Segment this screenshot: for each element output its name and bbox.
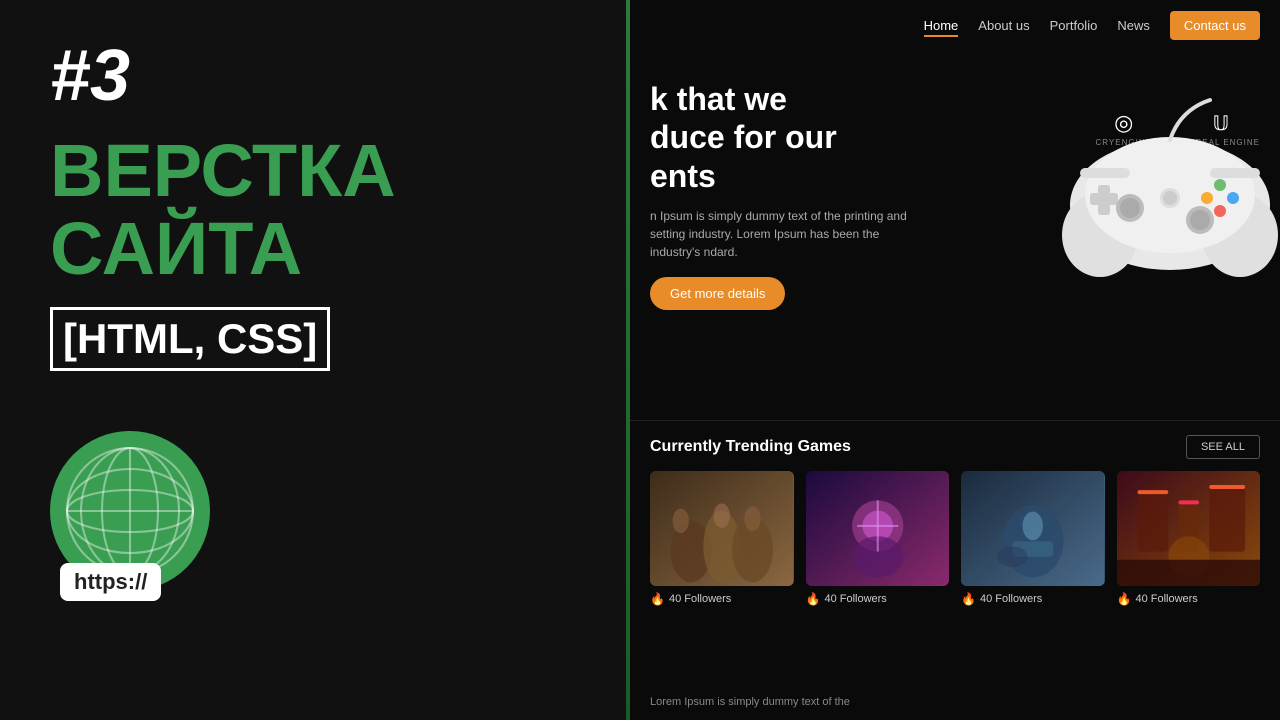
game-cards: 🔥 40 Followers — [650, 471, 1260, 606]
game-image-1 — [650, 471, 794, 586]
subtitle: [HTML, CSS] — [50, 307, 330, 371]
game-card-3: 🔥 40 Followers — [961, 471, 1105, 606]
nav-portfolio[interactable]: Portfolio — [1050, 18, 1098, 33]
title-line2: САЙТА — [50, 207, 302, 290]
game-followers-2: 🔥 40 Followers — [806, 592, 950, 606]
hero-section: k that we duce for our ents n Ipsum is s… — [630, 50, 1280, 420]
game-card-4: 🔥 40 Followers — [1117, 471, 1261, 606]
game-followers-3: 🔥 40 Followers — [961, 592, 1105, 606]
followers-label-3: 40 Followers — [980, 593, 1042, 605]
globe-svg — [60, 441, 200, 581]
followers-label-2: 40 Followers — [824, 593, 886, 605]
game-thumb-2 — [806, 471, 950, 586]
followers-label-4: 40 Followers — [1135, 593, 1197, 605]
hero-description: n Ipsum is simply dummy text of the prin… — [650, 207, 910, 261]
right-panel: Home About us Portfolio News Contact us … — [630, 0, 1280, 720]
fire-icon-2: 🔥 — [806, 592, 821, 606]
nav-home[interactable]: Home — [924, 18, 959, 33]
game-image-4 — [1117, 471, 1261, 586]
https-badge: https:// — [60, 563, 161, 601]
hero-heading: k that we duce for our ents — [650, 80, 910, 195]
game-thumb-4 — [1117, 471, 1261, 586]
trending-title: Currently Trending Games — [650, 438, 851, 456]
globe-container: https:// — [50, 431, 210, 591]
game-image-3 — [961, 471, 1105, 586]
followers-label-1: 40 Followers — [669, 593, 731, 605]
trending-header: Currently Trending Games SEE ALL — [650, 435, 1260, 459]
cta-button[interactable]: Get more details — [650, 277, 785, 310]
trending-section: Currently Trending Games SEE ALL — [630, 425, 1280, 616]
fire-icon-4: 🔥 — [1117, 592, 1132, 606]
game-thumb-3 — [961, 471, 1105, 586]
game-card-1: 🔥 40 Followers — [650, 471, 794, 606]
game-image-2 — [806, 471, 950, 586]
hero-text: k that we duce for our ents n Ipsum is s… — [650, 80, 910, 310]
divider — [630, 420, 1280, 421]
gamepad-image — [1050, 90, 1280, 290]
game-card-2: 🔥 40 Followers — [806, 471, 950, 606]
title-line1: ВЕРСТКА — [50, 129, 396, 212]
navigation: Home About us Portfolio News Contact us — [630, 0, 1280, 50]
gamepad-svg — [1050, 90, 1280, 290]
main-title: ВЕРСТКА САЙТА — [50, 132, 396, 287]
game-followers-4: 🔥 40 Followers — [1117, 592, 1261, 606]
hero-line2: duce for our — [650, 119, 837, 155]
episode-number: #3 — [50, 40, 130, 112]
contact-button[interactable]: Contact us — [1170, 11, 1260, 40]
nav-news[interactable]: News — [1117, 18, 1150, 33]
fire-icon-1: 🔥 — [650, 592, 665, 606]
left-panel: #3 ВЕРСТКА САЙТА [HTML, CSS] https:// — [0, 0, 630, 720]
bottom-text-area: Lorem Ipsum is simply dummy text of the — [650, 695, 1260, 710]
hero-line3: ents — [650, 158, 716, 194]
see-all-button[interactable]: SEE ALL — [1186, 435, 1260, 459]
bottom-paragraph: Lorem Ipsum is simply dummy text of the — [650, 695, 1260, 710]
nav-about[interactable]: About us — [978, 18, 1029, 33]
game-thumb-1 — [650, 471, 794, 586]
hero-line1: k that we — [650, 81, 787, 117]
fire-icon-3: 🔥 — [961, 592, 976, 606]
game-followers-1: 🔥 40 Followers — [650, 592, 794, 606]
